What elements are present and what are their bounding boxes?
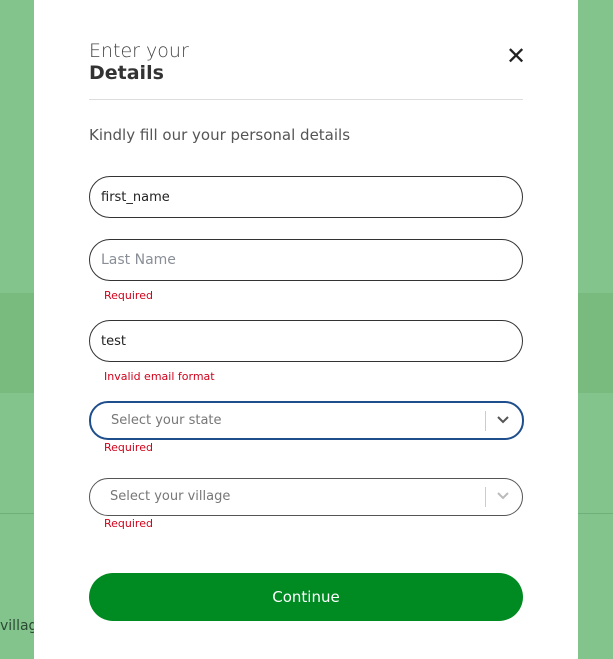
last-name-field[interactable] xyxy=(89,239,523,281)
village-select[interactable]: Select your village xyxy=(89,478,523,516)
email-field[interactable] xyxy=(89,320,523,362)
select-separator xyxy=(485,411,486,431)
close-icon[interactable]: ✕ xyxy=(504,44,528,68)
chevron-down-icon[interactable] xyxy=(494,487,512,505)
modal-title-line2: Details xyxy=(89,62,164,84)
email-input[interactable] xyxy=(90,321,501,361)
modal-subtitle: Kindly fill our your personal details xyxy=(89,126,351,144)
last-name-input[interactable] xyxy=(90,240,501,280)
email-error: Invalid email format xyxy=(104,370,215,383)
background-text: villag xyxy=(0,618,38,634)
village-select-placeholder: Select your village xyxy=(110,489,231,504)
chevron-down-icon[interactable] xyxy=(494,411,512,429)
state-error: Required xyxy=(104,441,153,454)
modal-title-line1: Enter your xyxy=(89,40,189,62)
last-name-error: Required xyxy=(104,289,153,302)
village-error: Required xyxy=(104,517,153,530)
modal-title: Enter your Details xyxy=(89,40,189,84)
continue-button[interactable]: Continue xyxy=(89,573,523,621)
select-separator xyxy=(485,487,486,507)
details-modal: Enter your Details ✕ Kindly fill our you… xyxy=(34,0,578,659)
first-name-input[interactable] xyxy=(90,177,501,217)
header-divider xyxy=(89,99,523,100)
state-select[interactable]: Select your state xyxy=(89,401,524,440)
state-select-placeholder: Select your state xyxy=(111,413,222,428)
first-name-field[interactable] xyxy=(89,176,523,218)
